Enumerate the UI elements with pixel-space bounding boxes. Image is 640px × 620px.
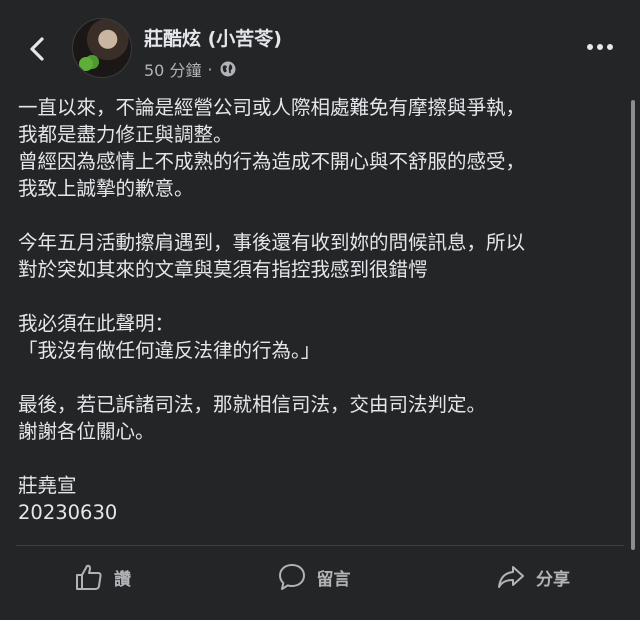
more-options-button[interactable] xyxy=(584,38,616,56)
meta-separator: · xyxy=(207,59,213,79)
post-timestamp[interactable]: 50 分鐘 xyxy=(144,57,201,81)
post-body: 一直以來，不論是經營公司或人際相處難免有摩擦與爭執， 我都是盡力修正與調整。 曾… xyxy=(18,94,620,526)
post-header: 莊酷炫 (小苦苓) 50 分鐘 · xyxy=(0,0,640,90)
post-line: 對於突如其來的文章與莫須有指控我感到很錯愕 xyxy=(18,258,428,281)
post-line: 我必須在此聲明： xyxy=(18,312,175,335)
post-line: 曾經因為感情上不成熟的行為造成不開心與不舒服的感受， xyxy=(18,150,526,173)
actions-divider xyxy=(16,545,624,546)
scrollbar[interactable] xyxy=(631,100,635,550)
share-icon xyxy=(498,566,524,588)
like-button[interactable]: 讚 xyxy=(74,562,131,592)
share-button[interactable]: 分享 xyxy=(496,562,570,592)
share-label: 分享 xyxy=(536,569,570,590)
comment-button[interactable]: 留言 xyxy=(277,562,351,592)
avatar-plant-decoration xyxy=(79,57,93,71)
like-label: 讚 xyxy=(114,569,131,590)
post-line: 我都是盡力修正與調整。 xyxy=(18,123,233,146)
thumbs-up-icon xyxy=(76,564,102,590)
globe-icon[interactable] xyxy=(219,60,237,78)
more-horizontal-icon xyxy=(587,44,613,50)
chevron-left-icon xyxy=(30,37,44,61)
comment-label: 留言 xyxy=(316,569,351,590)
post-line: 我致上誠摯的歉意。 xyxy=(18,177,194,200)
author-name[interactable]: 莊酷炫 (小苦苓) xyxy=(144,24,282,51)
post-line: 最後，若已訴諸司法，那就相信司法，交由司法判定。 xyxy=(18,393,487,416)
post-actions-bar: 讚 留言 分享 xyxy=(0,548,640,606)
avatar[interactable] xyxy=(72,18,132,78)
post-line: 謝謝各位關心。 xyxy=(18,420,155,443)
post-signature: 莊堯宣 xyxy=(18,474,77,497)
post-line: 「我沒有做任何違反法律的行為。」 xyxy=(18,339,321,362)
post-date: 20230630 xyxy=(18,501,118,524)
post-line: 一直以來，不論是經營公司或人際相處難免有摩擦與爭執， xyxy=(18,96,526,119)
back-button[interactable] xyxy=(22,34,52,64)
comment-icon xyxy=(278,564,305,590)
post-line: 今年五月活動擦肩遇到，事後還有收到妳的問候訊息，所以 xyxy=(18,231,526,254)
post-meta: 50 分鐘 · xyxy=(144,57,237,81)
